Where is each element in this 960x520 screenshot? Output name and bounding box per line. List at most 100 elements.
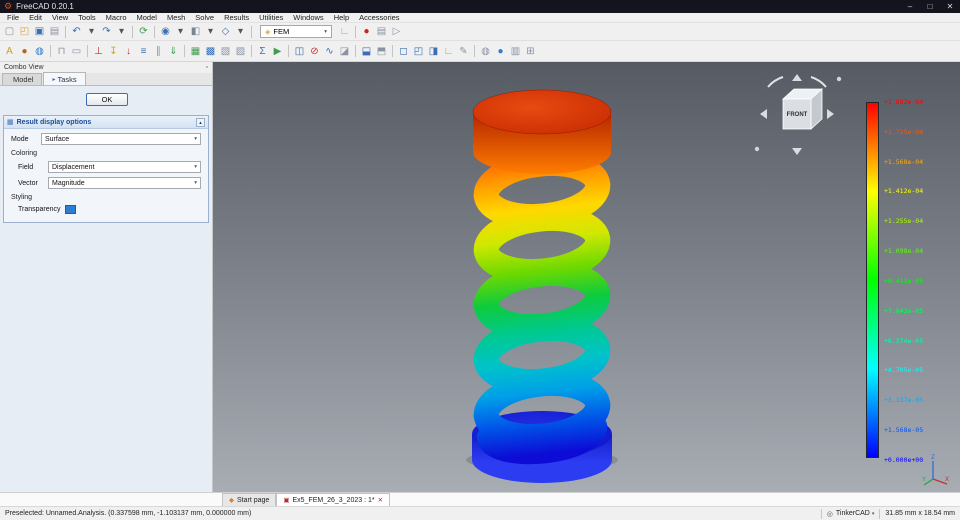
save-icon[interactable]: ▣ (32, 24, 47, 39)
persistent-section-icon[interactable]: ⬒ (374, 44, 389, 59)
toolbar-separator[interactable] (474, 45, 475, 57)
fem-mesh-netgen-icon[interactable]: ▩ (203, 44, 218, 59)
tab-model[interactable]: Model (2, 73, 43, 85)
redo-icon[interactable]: ↷ (99, 24, 114, 39)
macro-edit-icon[interactable]: ▤ (374, 24, 389, 39)
fem-results-purge-icon[interactable]: ⊘ (307, 44, 322, 59)
web-sphere-icon[interactable]: ● (493, 44, 508, 59)
menu-item[interactable]: Mesh (162, 13, 190, 23)
collapse-panel-button[interactable]: ▴ (196, 117, 205, 127)
fem-mesh-group-icon[interactable]: ▨ (233, 44, 248, 59)
fem-post-clip-icon[interactable]: ◪ (337, 44, 352, 59)
open-document-icon[interactable]: ◰ (17, 24, 32, 39)
fem-beam-section-icon[interactable]: ⊓ (54, 44, 69, 59)
menu-item[interactable]: Tools (73, 13, 101, 23)
fem-constraint-fixed-icon[interactable]: ⊥ (91, 44, 106, 59)
legend-labels: +1.882e-04 +1.725e-04 +1.568e-04 +1.412e-04… (884, 98, 923, 464)
toolbar-separator[interactable] (87, 45, 88, 57)
isometric-view-icon[interactable]: ◇ (218, 24, 233, 39)
menu-item[interactable]: Results (219, 13, 254, 23)
toolbar-separator[interactable] (154, 25, 155, 38)
fem-constraint-contact-icon[interactable]: ∥ (151, 44, 166, 59)
new-document-icon[interactable]: ▢ (2, 24, 17, 39)
menu-item[interactable]: Accessories (354, 13, 404, 23)
draw-style-caret-icon[interactable]: ▾ (203, 24, 218, 39)
workbench-selector[interactable]: ◈ FEM ▾ (260, 25, 332, 38)
undock-icon[interactable]: ▫ (206, 64, 208, 71)
undo-icon[interactable]: ↶ (69, 24, 84, 39)
macro-play-icon[interactable]: ▷ (389, 24, 404, 39)
tab-fem-document[interactable]: ▣ Ex5_FEM_26_3_2023 : 1* ✕ (276, 493, 391, 506)
scene-inspector-icon[interactable]: ◍ (478, 44, 493, 59)
menu-item[interactable]: View (47, 13, 73, 23)
undo-caret-icon[interactable]: ▾ (84, 24, 99, 39)
fem-shell-thickness-icon[interactable]: ▭ (69, 44, 84, 59)
mode-select[interactable]: Surface ▾ (41, 133, 201, 145)
tab-tasks[interactable]: ▸ Tasks (43, 72, 86, 85)
viewport-3d[interactable]: FRONT Z X Y +1.882e-04 +1.725e-04 +1.568e-… (213, 62, 960, 492)
menu-item[interactable]: Macro (101, 13, 132, 23)
toolbar-separator[interactable] (355, 25, 356, 38)
toolbar-separator[interactable] (251, 25, 252, 38)
menu-item[interactable]: Edit (24, 13, 47, 23)
vector-select[interactable]: Magnitude ▾ (48, 177, 201, 189)
fem-results-show-icon[interactable]: ◫ (292, 44, 307, 59)
annotation-icon[interactable]: ✎ (456, 44, 471, 59)
clipping-plane-icon[interactable]: ⬓ (359, 44, 374, 59)
redo-caret-icon[interactable]: ▾ (114, 24, 129, 39)
fem-constraint-selfweight-icon[interactable]: ⇓ (166, 44, 181, 59)
menu-item[interactable]: Help (329, 13, 354, 23)
toolbar-separator[interactable] (288, 45, 289, 57)
transparency-spinbox[interactable] (64, 205, 76, 214)
toolbar-separator[interactable] (184, 45, 185, 57)
navigation-cube[interactable]: FRONT (750, 72, 845, 157)
fem-analysis-icon[interactable]: A (2, 44, 17, 59)
ok-button[interactable]: OK (86, 93, 128, 106)
measure-distance-icon[interactable]: ∟ (441, 44, 456, 59)
tab-label: Model (13, 75, 34, 84)
fem-constraint-pressure-icon[interactable]: ≡ (136, 44, 151, 59)
zoom-caret-icon[interactable]: ▾ (173, 24, 188, 39)
toolbar-separator[interactable] (355, 45, 356, 57)
fem-constraint-force-icon[interactable]: ↓ (121, 44, 136, 59)
draw-style-icon[interactable]: ◧ (188, 24, 203, 39)
close-tab-icon[interactable]: ✕ (378, 496, 383, 504)
fullscreen-icon[interactable]: ⊞ (523, 44, 538, 59)
fem-constraint-displacement-icon[interactable]: ↧ (106, 44, 121, 59)
fem-material-fluid-icon[interactable]: ◍ (32, 44, 47, 59)
macro-record-icon[interactable]: ● (359, 24, 374, 39)
print-icon[interactable]: ▤ (47, 24, 62, 39)
view-front-icon[interactable]: ◻ (396, 44, 411, 59)
view-right-icon[interactable]: ◨ (426, 44, 441, 59)
chevron-down-icon: ▾ (194, 164, 197, 170)
view-top-icon[interactable]: ◰ (411, 44, 426, 59)
menu-item[interactable]: Model (132, 13, 162, 23)
measure-icon[interactable]: ∟ (337, 24, 352, 39)
menu-item[interactable]: Utilities (254, 13, 288, 23)
menu-item[interactable]: File (2, 13, 24, 23)
toolbar-separator[interactable] (65, 25, 66, 38)
minimize-button[interactable]: – (900, 0, 920, 13)
toolbar-separator[interactable] (251, 45, 252, 57)
fem-solver-calculix-icon[interactable]: Σ (255, 44, 270, 59)
close-button[interactable]: ✕ (940, 0, 960, 13)
toolbar-separator[interactable] (50, 45, 51, 57)
menu-item[interactable]: Solve (190, 13, 219, 23)
maximize-button[interactable]: □ (920, 0, 940, 13)
workbench-value: FEM (273, 27, 290, 36)
field-select[interactable]: Displacement ▾ (48, 161, 201, 173)
fem-material-solid-icon[interactable]: ● (17, 44, 32, 59)
navigation-style-select[interactable]: TinkerCAD (836, 510, 870, 517)
fem-solver-run-icon[interactable]: ▶ (270, 44, 285, 59)
refresh-icon[interactable]: ⟳ (136, 24, 151, 39)
tab-start-page[interactable]: ◆ Start page (222, 493, 277, 506)
fem-post-pipeline-icon[interactable]: ∿ (322, 44, 337, 59)
view-caret-icon[interactable]: ▾ (233, 24, 248, 39)
menu-item[interactable]: Windows (288, 13, 328, 23)
dock-overlay-icon[interactable]: ▥ (508, 44, 523, 59)
fit-all-icon[interactable]: ◉ (158, 24, 173, 39)
toolbar-separator[interactable] (392, 45, 393, 57)
fem-mesh-gmsh-icon[interactable]: ▦ (188, 44, 203, 59)
fem-mesh-region-icon[interactable]: ▧ (218, 44, 233, 59)
toolbar-separator[interactable] (132, 25, 133, 38)
